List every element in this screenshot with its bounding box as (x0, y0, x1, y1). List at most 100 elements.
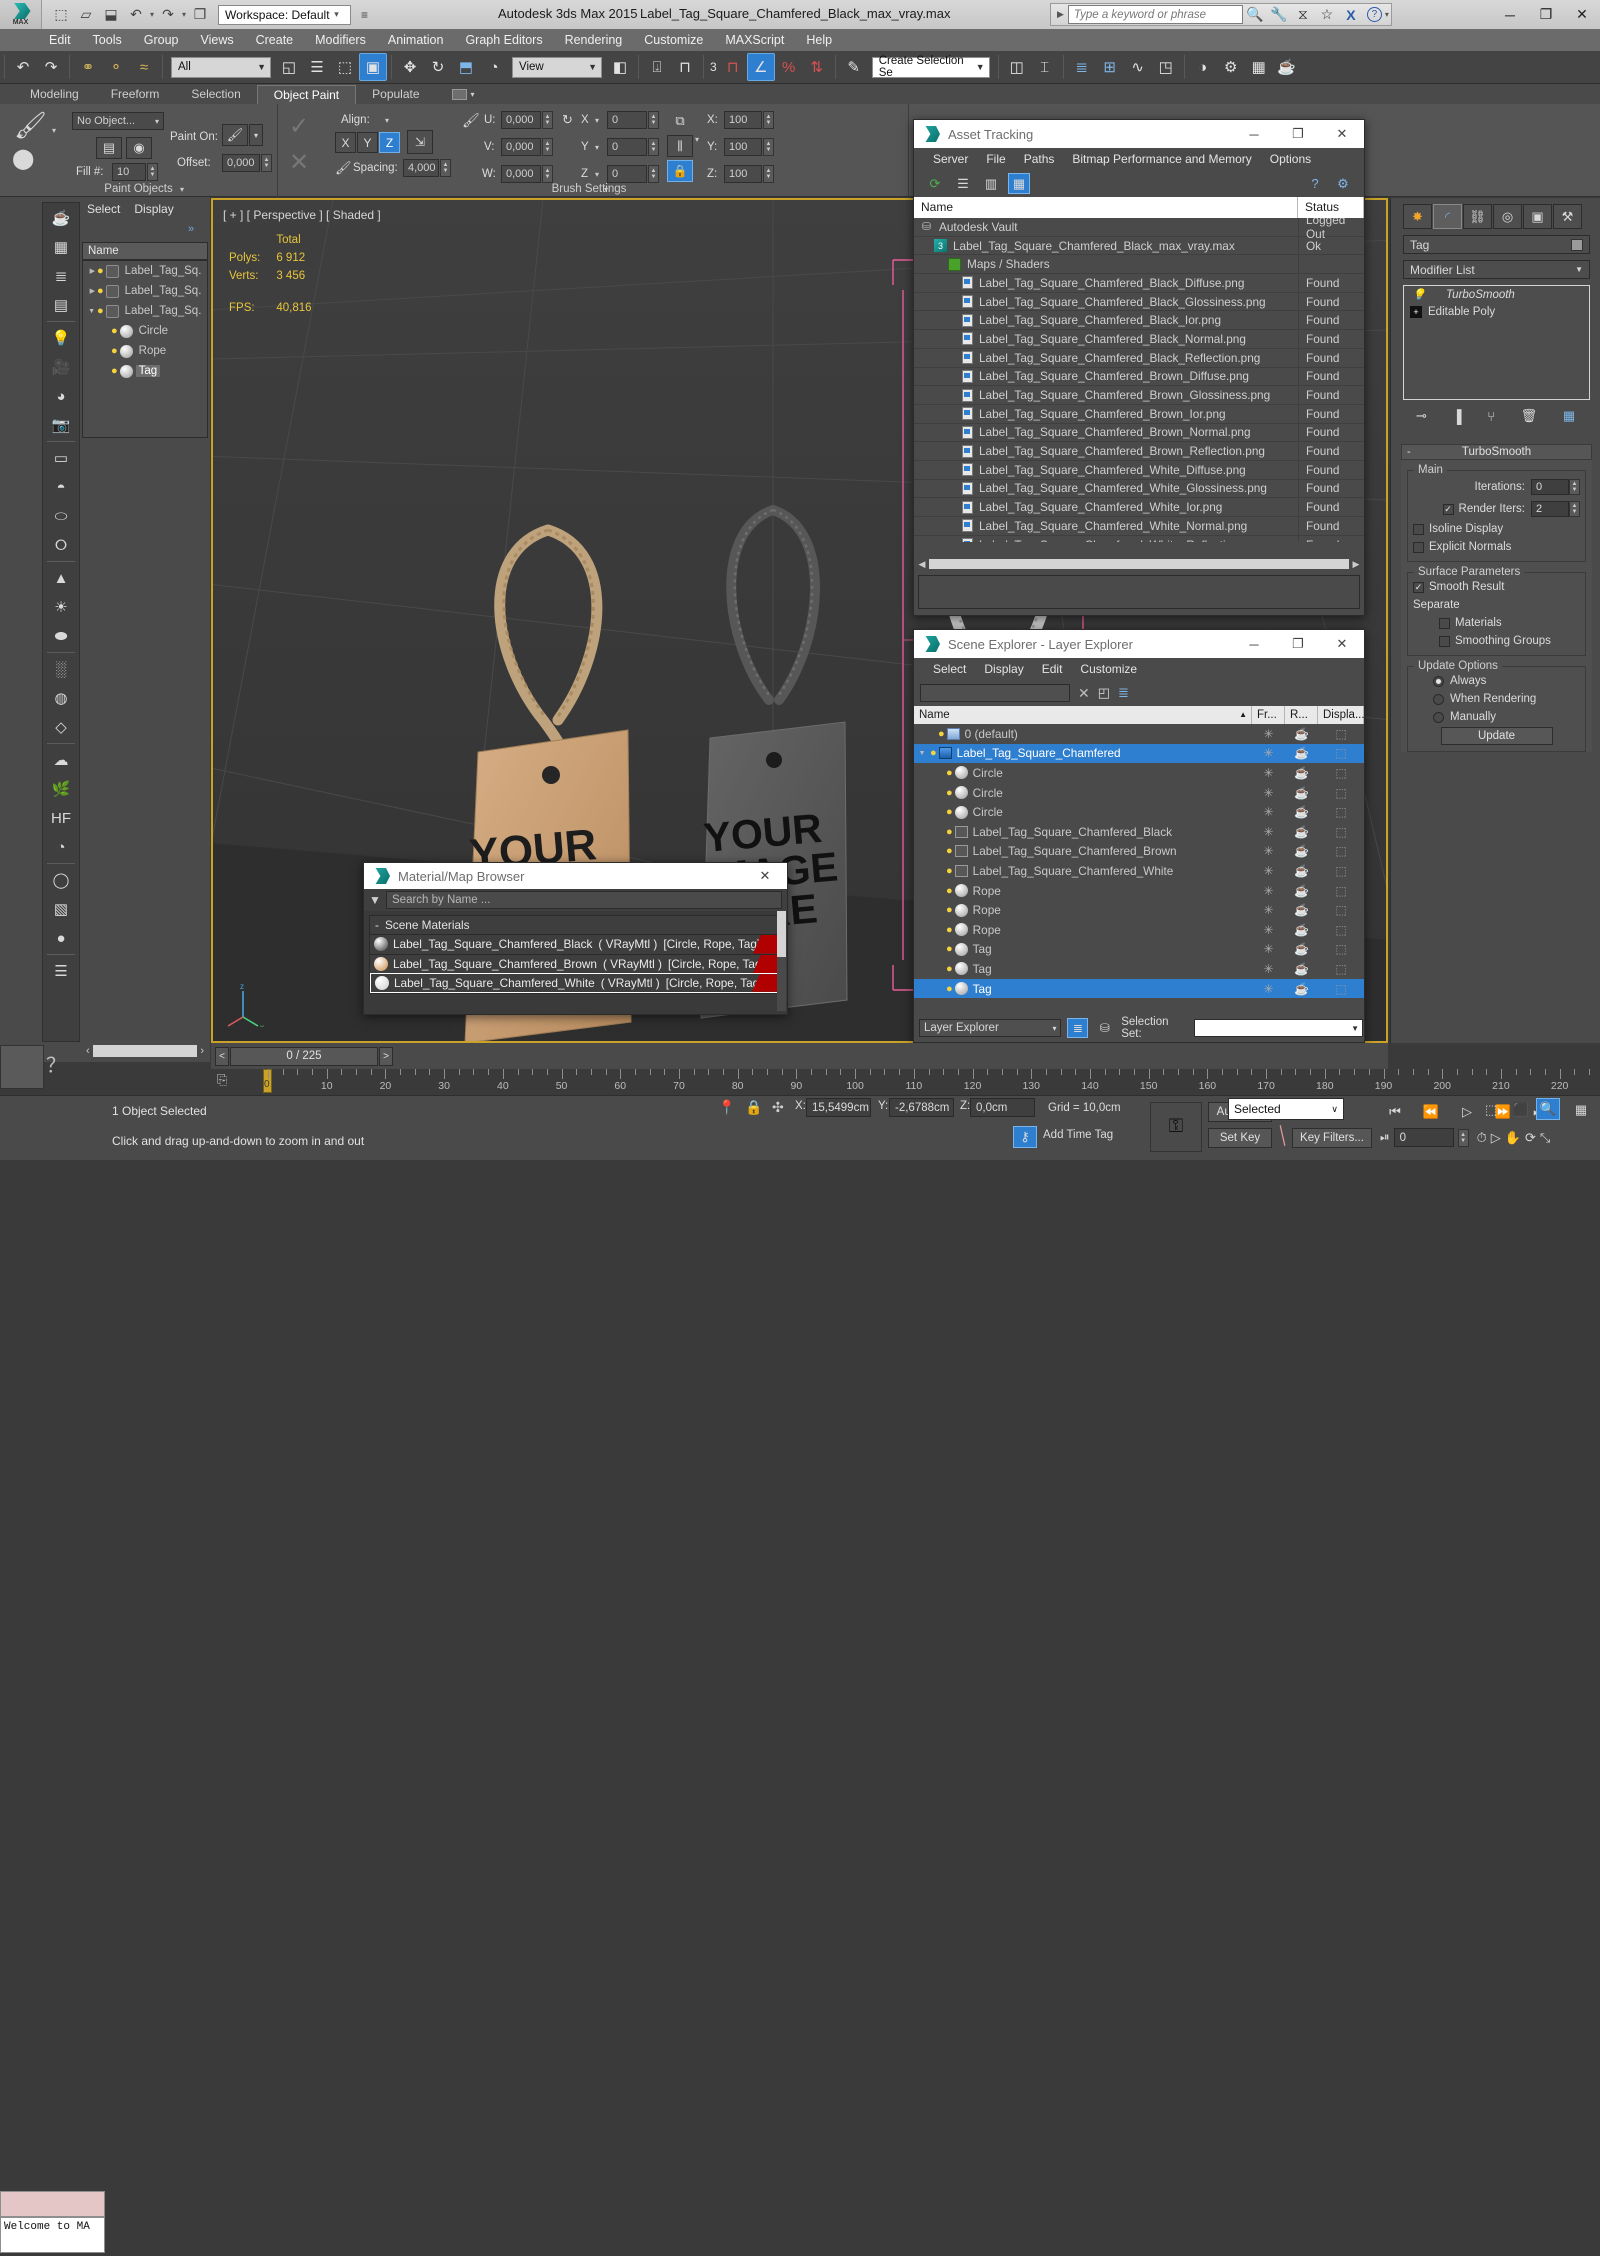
key-filter-line-icon[interactable]: ╱ (1273, 1125, 1293, 1147)
freeze-toggle-icon[interactable]: ✳ (1252, 727, 1285, 741)
tab-object-paint[interactable]: Object Paint (256, 85, 357, 104)
new-layer-icon[interactable]: ◰ (1098, 685, 1110, 701)
edit-named-selection-sets-icon[interactable]: ✎ (840, 53, 868, 81)
show-end-result-icon[interactable]: ▐ (1452, 409, 1461, 424)
display-as-box-icon[interactable]: ⬚ (1318, 923, 1364, 937)
left-explorer-name-column-header[interactable]: Name (82, 242, 208, 260)
menu-group[interactable]: Group (133, 29, 190, 51)
current-time-input[interactable]: 0 (1393, 1128, 1454, 1147)
scroll-thumb[interactable] (777, 911, 786, 957)
scene-col-frozen[interactable]: Fr... (1252, 706, 1285, 724)
pick-object-icon[interactable]: ◉ (126, 137, 152, 159)
table-icon[interactable]: ▤ (44, 291, 78, 319)
target-camera-icon[interactable]: ◕ (44, 382, 78, 410)
use-pivot-center-icon[interactable]: ◔ (480, 53, 508, 81)
cloud-icon[interactable]: ☁ (44, 746, 78, 774)
material-row[interactable]: Label_Tag_Square_Chamfered_White ( VRayMt… (370, 973, 781, 993)
align-tool-icon[interactable]: ⌶ (1031, 53, 1059, 81)
scene-explorer-window[interactable]: Scene Explorer - Layer Explorer ─ ❐ ✕ Se… (913, 629, 1365, 1043)
light-bulb-icon[interactable]: ● (111, 365, 118, 377)
display-as-box-icon[interactable]: ⬚ (1318, 982, 1364, 996)
scene-explorer-maximize-button[interactable]: ❐ (1276, 630, 1320, 658)
detail-view-icon[interactable]: ▥ (980, 173, 1002, 194)
expand-plus-icon[interactable]: + (1410, 305, 1422, 318)
sphere-icon[interactable]: ⬬ (44, 622, 78, 650)
set-key-toggle-icon[interactable]: ⚿ (1150, 1102, 1202, 1152)
scene-col-display[interactable]: Displa... (1318, 706, 1365, 724)
turbosmooth-rollout-header[interactable]: - TurboSmooth (1401, 444, 1592, 460)
freeze-toggle-icon[interactable]: ✳ (1252, 805, 1285, 819)
menu-edit[interactable]: Edit (38, 29, 82, 51)
asset-row[interactable]: Label_Tag_Square_Chamfered_White_Ior.png… (914, 498, 1364, 517)
select-and-move-icon[interactable]: ✥ (396, 53, 424, 81)
timeline-tickbar[interactable]: ⎘ 0 10 20 30 40 50 60 70 80 90 100 110 120 130 140 150… (211, 1069, 1600, 1095)
light-bulb-icon[interactable]: ● (946, 943, 953, 955)
scale-z-input[interactable]: 100 (724, 165, 762, 183)
menu-file[interactable]: File (977, 152, 1014, 166)
freeze-toggle-icon[interactable]: ✳ (1252, 825, 1285, 839)
scene-explorer-row[interactable]: ● Label_Tag_Square_Chamfered_Black ✳ ☕ ⬚ (914, 822, 1364, 842)
left-explorer-row[interactable]: ▶ ● Label_Tag_Sq. (83, 281, 207, 301)
iterations-spinner[interactable]: ▲ ▼ (1569, 479, 1580, 495)
update-button[interactable]: Update (1440, 727, 1553, 745)
geosphere-icon[interactable]: ⭘ (44, 531, 78, 559)
scene-explorer-row[interactable]: ● Circle ✳ ☕ ⬚ (914, 802, 1364, 822)
asset-row[interactable]: Label_Tag_Square_Chamfered_Black_Diffuse… (914, 274, 1364, 293)
search-input[interactable]: Type a keyword or phrase (1067, 5, 1243, 24)
unlink-selection-icon[interactable]: ⚬ (102, 53, 130, 81)
material-ball-icon[interactable]: ◯ (44, 866, 78, 894)
align-axis-y[interactable]: Y (357, 132, 378, 153)
scale-random-dropdown-icon[interactable]: ▾ (695, 135, 699, 144)
spinner-snap-toggle-icon[interactable]: ⇅ (803, 53, 831, 81)
object-color-swatch[interactable] (1571, 238, 1583, 251)
scale-random-icon[interactable]: ⫼ (667, 135, 693, 157)
asset-row[interactable]: Maps / Shaders (914, 255, 1364, 275)
workspace-selector[interactable]: Workspace: Default ▾ (218, 4, 351, 25)
maxscript-mini-listener[interactable]: Welcome to MA (0, 2191, 105, 2256)
render-iters-input[interactable]: 2 (1531, 501, 1569, 517)
asset-row[interactable]: 3 Label_Tag_Square_Chamfered_Black_max_vr… (914, 236, 1364, 256)
renderable-teapot-icon[interactable]: ☕ (1285, 805, 1318, 819)
align-dropdown-icon[interactable]: ▾ (385, 116, 389, 125)
light-bulb-icon[interactable]: ● (946, 787, 953, 799)
track-bar-icon[interactable]: ⎘ (217, 1072, 227, 1088)
light-bulb-icon[interactable]: ● (946, 983, 953, 995)
renderable-teapot-icon[interactable]: ☕ (1285, 962, 1318, 976)
spacing-input[interactable]: 4,000 (403, 159, 439, 177)
expand-arrow-icon[interactable]: ▼ (916, 750, 928, 757)
delete-layer-icon[interactable]: ≣ (1118, 685, 1129, 701)
open-file-icon[interactable]: ▱ (75, 4, 97, 26)
rot-x-spinner[interactable]: ▲ ▼ (648, 111, 659, 129)
renderable-teapot-icon[interactable]: ☕ (1285, 766, 1318, 780)
explicit-normals-checkbox[interactable] (1413, 541, 1424, 553)
light-bulb-icon[interactable]: ● (946, 924, 953, 936)
asset-row[interactable]: Label_Tag_Square_Chamfered_Black_Reflect… (914, 348, 1364, 368)
menu-rendering[interactable]: Rendering (554, 29, 634, 51)
asset-tracking-close-button[interactable]: ✕ (1320, 120, 1364, 148)
chevron-down-icon[interactable]: ▾ (330, 9, 344, 20)
scene-explorer-row[interactable]: ▼ ● Label_Tag_Square_Chamfered ✳ ☕ ⬚ (914, 743, 1364, 764)
scale-y-spinner[interactable]: ▲ ▼ (763, 138, 774, 156)
smooth-result-checkbox[interactable]: ✓ (1413, 581, 1424, 593)
display-as-box-icon[interactable]: ⬚ (1318, 962, 1364, 976)
renderable-teapot-icon[interactable]: ☕ (1285, 786, 1318, 800)
coord-y-input[interactable]: -2,6788cm (889, 1098, 954, 1117)
frame-counter[interactable]: 0 / 225 (230, 1046, 378, 1066)
hierarchy-tab[interactable]: ⛓ (1463, 204, 1492, 229)
offset-input[interactable]: 0,000 (222, 154, 260, 172)
time-configuration-icon[interactable]: ⏱ (1477, 1130, 1487, 1146)
asset-tracking-maximize-button[interactable]: ❐ (1276, 120, 1320, 148)
light-bulb-icon[interactable]: ● (97, 265, 104, 277)
asset-row[interactable]: Label_Tag_Square_Chamfered_Black_Ior.png… (914, 311, 1364, 331)
scroll-thumb[interactable] (92, 1045, 198, 1057)
scale-copy-icon[interactable]: ⧉ (667, 110, 693, 132)
isolate-selection-icon[interactable]: 📍 (718, 1099, 735, 1116)
light-bulb-icon[interactable]: ● (111, 325, 118, 337)
asset-row[interactable]: Label_Tag_Square_Chamfered_Black_Normal.… (914, 330, 1364, 349)
freeze-toggle-icon[interactable]: ✳ (1252, 786, 1285, 800)
paint-on-dropdown-icon[interactable]: ▾ (249, 124, 263, 146)
grid-view-icon[interactable]: ▦ (1008, 173, 1030, 194)
freeze-toggle-icon[interactable]: ✳ (1252, 864, 1285, 878)
utilities-tab[interactable]: ⚒ (1553, 204, 1582, 229)
selection-lock-icon[interactable]: 🔒 (745, 1099, 762, 1116)
